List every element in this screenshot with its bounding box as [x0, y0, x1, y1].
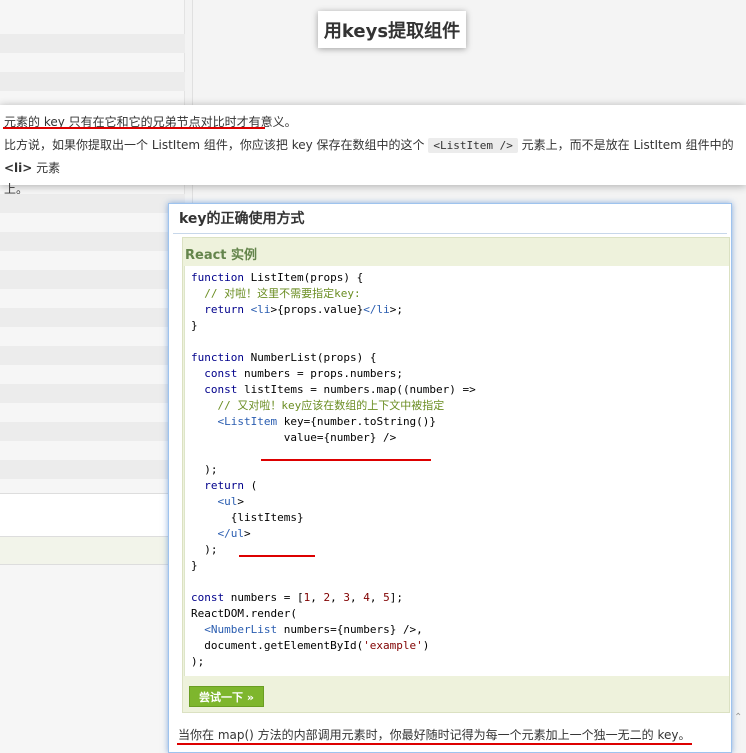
sidebar-item[interactable] — [0, 34, 185, 53]
code-line: const listItems = numbers.map((number) =… — [204, 383, 476, 396]
code-line: // 对啦！这里不需要指定key: — [204, 287, 361, 300]
code-line: ); — [191, 463, 218, 476]
code-line: </ul> — [217, 527, 251, 540]
code-line: ​ — [191, 334, 723, 350]
scroll-up-icon[interactable]: ⌃ — [734, 712, 746, 724]
sidebar-item[interactable] — [0, 72, 185, 91]
code-line: <NumberList numbers={numbers} />, — [204, 623, 423, 636]
code-line: const numbers = props.numbers; — [204, 367, 403, 380]
code-line: ​ — [191, 574, 723, 590]
page-title: 用keys提取组件 — [323, 20, 461, 42]
example-label: React 实例 — [185, 248, 258, 263]
red-underline — [261, 459, 431, 461]
code-block[interactable]: function ListItem(props) { // 对啦！这里不需要指定… — [184, 266, 729, 676]
card-title: key的正确使用方式 — [179, 211, 305, 227]
code-line: return ( — [204, 479, 258, 492]
code-line: } — [191, 559, 198, 572]
intro-text: 元素的 key 只有在它和它的兄弟节点对比时才有意义。 比方说，如果你提取出一个… — [0, 105, 746, 196]
sidebar-item[interactable] — [0, 232, 185, 251]
intro-text-part: 比方说，如果你提取出一个 ListItem 组件，你应该把 key 保存在数组中… — [4, 138, 429, 152]
sidebar-item[interactable] — [0, 270, 185, 289]
code-line: <ListItem key={number.toString()} — [217, 415, 437, 428]
inline-bold: <li> — [4, 161, 33, 175]
code-line: ReactDOM.render( — [191, 607, 297, 620]
red-underline — [3, 127, 265, 129]
intro-line3: 上。 — [4, 182, 29, 196]
sidebar-item[interactable] — [0, 384, 185, 403]
code-line: value={number} /> — [191, 431, 397, 444]
page-title-box: 用keys提取组件 — [318, 11, 466, 48]
sidebar-panel — [0, 493, 185, 537]
code-line: const numbers = [1, 2, 3, 4, 5]; — [191, 591, 403, 604]
red-underline — [177, 743, 692, 745]
try-it-button[interactable]: 尝试一下 » — [189, 686, 264, 707]
code-line: <ul> — [217, 495, 245, 508]
intro-line2: 比方说，如果你提取出一个 ListItem 组件，你应该把 key 保存在数组中… — [4, 134, 742, 180]
example-card: key的正确使用方式 React 实例 function ListItem(pr… — [168, 203, 732, 753]
code-line: ); — [191, 655, 205, 668]
code-line: document.getElementById('example') — [191, 639, 430, 652]
intro-text-part: 元素 — [32, 161, 61, 175]
red-underline — [239, 555, 315, 557]
react-example: React 实例 function ListItem(props) { // 对… — [182, 237, 730, 713]
sidebar-item[interactable] — [0, 308, 185, 327]
sidebar-panel-footer — [0, 537, 185, 565]
card-separator — [173, 233, 727, 234]
inline-code: <ListItem /> — [428, 138, 518, 153]
intro-line1: 元素的 key 只有在它和它的兄弟节点对比时才有意义。 — [4, 115, 297, 129]
code-line: return <li>{props.value}</li>; — [204, 303, 403, 316]
card-bottom-text: 当你在 map() 方法的内部调用元素时，你最好随时记得为每一个元素加上一个独一… — [178, 728, 691, 742]
code-line: function NumberList(props) { — [191, 351, 377, 364]
sidebar-item[interactable] — [0, 422, 185, 441]
sidebar-item[interactable] — [0, 346, 185, 365]
sidebar-item[interactable] — [0, 460, 185, 479]
intro-text-part: 元素上，而不是放在 ListItem 组件中的 — [517, 138, 734, 152]
code-line: } — [191, 319, 198, 332]
code-line: function ListItem(props) { — [191, 271, 364, 284]
code-line: // 又对啦！key应该在数组的上下文中被指定 — [217, 399, 445, 412]
code-line: {listItems} — [191, 511, 304, 524]
